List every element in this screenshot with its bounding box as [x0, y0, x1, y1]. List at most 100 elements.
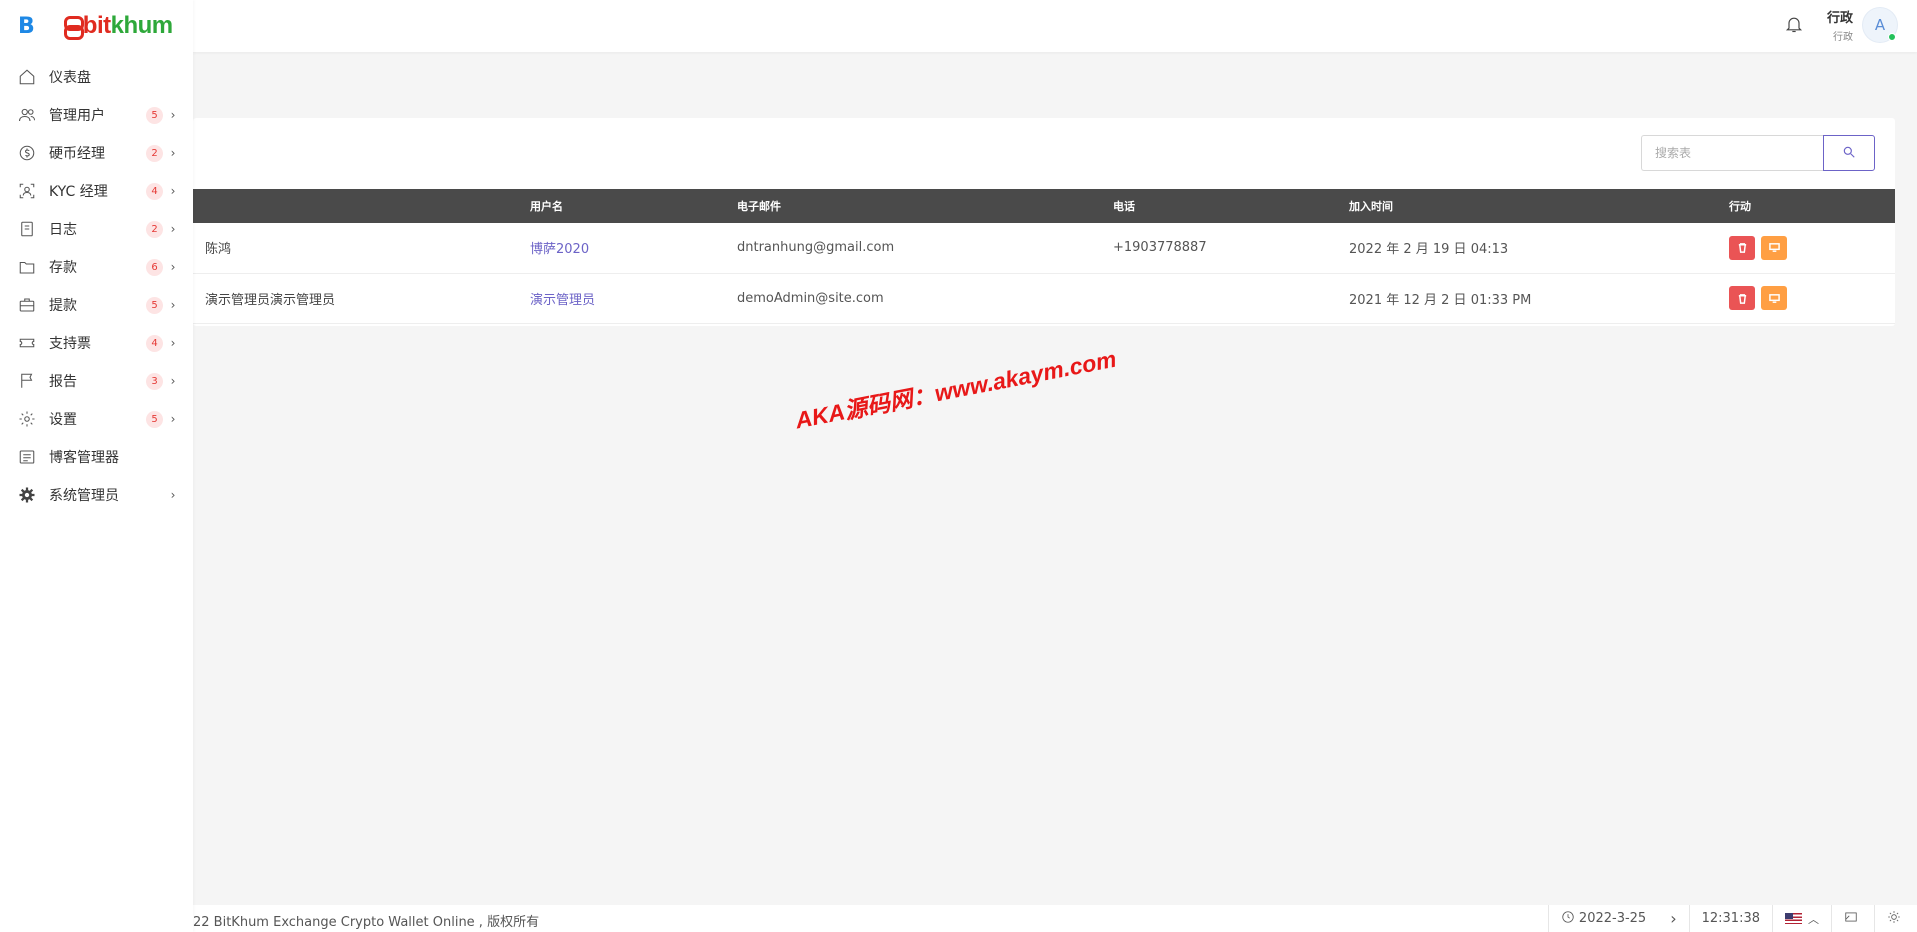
count-badge: 4 [146, 334, 163, 352]
sidebar-nav: 仪表盘 管理用户 5 › 硬币经理 2 › KYC 经理 4 › 日志 2 › [0, 58, 193, 514]
cell-email: dntranhung@gmail.com [737, 240, 895, 256]
users-icon [17, 105, 37, 125]
monitor-icon [1768, 243, 1780, 253]
avatar-letter: A [1874, 16, 1886, 34]
sidebar-item-blog-manager[interactable]: 博客管理器 [0, 438, 193, 476]
username-link[interactable]: 博萨2020 [530, 242, 589, 257]
search-button[interactable] [1823, 135, 1875, 171]
sidebar-item-withdrawals[interactable]: 提款 5 › [0, 286, 193, 324]
column-header-action: 行动 [1729, 200, 1751, 213]
footer-date: 2022-3-25 › [1547, 905, 1689, 932]
count-badge: 6 [146, 258, 163, 276]
window-icon [1844, 910, 1862, 928]
cell-phone [1113, 273, 1349, 323]
column-header-email: 电子邮件 [737, 200, 781, 213]
language-selector[interactable]: ︿ [1772, 905, 1831, 932]
cell-actions [1729, 223, 1895, 273]
search-icon [1842, 145, 1856, 162]
chevron-right-icon: › [170, 374, 176, 388]
count-badge: 4 [146, 182, 163, 200]
id-scan-icon [17, 181, 37, 201]
trash-icon [1738, 293, 1746, 304]
folder-icon [17, 257, 37, 277]
count-badge: 2 [146, 220, 163, 238]
cog-filled-icon [17, 485, 37, 505]
users-table: 用户名 电子邮件 电话 加入时间 行动 陈鸿 博萨2020 dntranhung… [193, 189, 1895, 324]
count-badge: 2 [146, 144, 163, 162]
sidebar-item-reports[interactable]: 报告 3 › [0, 362, 193, 400]
avatar[interactable]: A [1863, 8, 1897, 42]
chevron-right-icon[interactable]: › [1670, 909, 1676, 928]
sidebar-item-label: 报告 [49, 374, 77, 390]
flag-icon [17, 371, 37, 391]
count-badge: 5 [146, 296, 163, 314]
user-name: 行政 [1826, 11, 1853, 26]
footer-time: 12:31:38 [1688, 905, 1772, 932]
brand-initial-logo: B [18, 13, 35, 39]
clock-icon [1561, 910, 1579, 928]
cell-actions [1729, 273, 1895, 323]
sidebar-item-label: 存款 [49, 260, 77, 276]
sidebar-item-label: 系统管理员 [49, 488, 119, 504]
sidebar-item-kyc-manager[interactable]: KYC 经理 4 › [0, 172, 193, 210]
user-info[interactable]: 行政 行政 [1827, 7, 1853, 43]
table-row: 陈鸿 博萨2020 dntranhung@gmail.com +19037788… [193, 223, 1895, 273]
footer: 22 BitKhum Exchange Crypto Wallet Online… [193, 905, 1917, 932]
search-input[interactable] [1641, 135, 1823, 171]
chevron-up-icon: ︿ [1808, 912, 1819, 926]
us-flag-icon [1785, 913, 1802, 924]
sidebar-item-system-admin[interactable]: 系统管理员 › [0, 476, 193, 514]
username-link[interactable]: 演示管理员 [530, 293, 595, 308]
view-button[interactable] [1761, 235, 1788, 260]
cell-email: demoAdmin@site.com [737, 290, 884, 306]
brand[interactable]: B bitkhum [0, 0, 193, 52]
ticket-icon [17, 333, 37, 353]
sidebar-item-coin-manager[interactable]: 硬币经理 2 › [0, 134, 193, 172]
time-text: 12:31:38 [1701, 911, 1760, 926]
cell-name: 演示管理员演示管理员 [205, 292, 336, 308]
column-header-username: 用户名 [530, 200, 563, 213]
sidebar-item-deposits[interactable]: 存款 6 › [0, 248, 193, 286]
home-icon [17, 67, 37, 87]
count-badge: 5 [146, 410, 163, 428]
sidebar-item-dashboard[interactable]: 仪表盘 [0, 58, 193, 96]
view-button[interactable] [1761, 286, 1788, 310]
chevron-right-icon: › [170, 108, 176, 122]
sidebar-item-settings[interactable]: 设置 5 › [0, 400, 193, 438]
gear-icon [17, 409, 37, 429]
screen-toggle[interactable] [1831, 905, 1874, 932]
briefcase-icon [17, 295, 37, 315]
sidebar-item-label: 支持票 [49, 336, 91, 352]
cell-phone: +1903778887 [1113, 240, 1207, 256]
top-header: 行政 行政 A [193, 0, 1917, 52]
table-row: 演示管理员演示管理员 演示管理员 demoAdmin@site.com 2021… [193, 273, 1895, 323]
brand-logo: bitkhum [62, 12, 173, 40]
footer-status-bar: 2022-3-25 › 12:31:38 ︿ [1547, 905, 1917, 932]
chevron-right-icon: › [170, 260, 176, 274]
chevron-right-icon: › [170, 488, 176, 502]
users-table-card: 用户名 电子邮件 电话 加入时间 行动 陈鸿 博萨2020 dntranhung… [193, 118, 1895, 326]
online-status-dot [1888, 33, 1896, 41]
theme-toggle[interactable] [1874, 905, 1917, 932]
article-icon [17, 447, 37, 467]
bell-icon[interactable] [1784, 13, 1804, 35]
sidebar-item-support-tickets[interactable]: 支持票 4 › [0, 324, 193, 362]
monitor-icon [1768, 293, 1780, 303]
delete-button[interactable] [1729, 286, 1755, 310]
sidebar-item-label: 仪表盘 [49, 70, 91, 86]
chevron-right-icon: › [170, 222, 176, 236]
sidebar-item-manage-users[interactable]: 管理用户 5 › [0, 96, 193, 134]
notebook-icon [17, 219, 37, 239]
chevron-right-icon: › [170, 336, 176, 350]
delete-button[interactable] [1729, 235, 1755, 260]
copyright-text: 22 BitKhum Exchange Crypto Wallet Online… [193, 915, 540, 930]
sidebar-item-label: 设置 [49, 412, 77, 428]
count-badge: 5 [146, 106, 163, 124]
sidebar-item-label: 博客管理器 [49, 450, 119, 466]
column-header-name [193, 189, 530, 223]
cell-joined: 2022 年 2 月 19 日 04:13 [1349, 242, 1509, 258]
brand-name-part2: khum [110, 12, 174, 39]
sidebar-item-logs[interactable]: 日志 2 › [0, 210, 193, 248]
user-role: 行政 [1833, 32, 1853, 43]
trash-icon [1738, 243, 1746, 254]
